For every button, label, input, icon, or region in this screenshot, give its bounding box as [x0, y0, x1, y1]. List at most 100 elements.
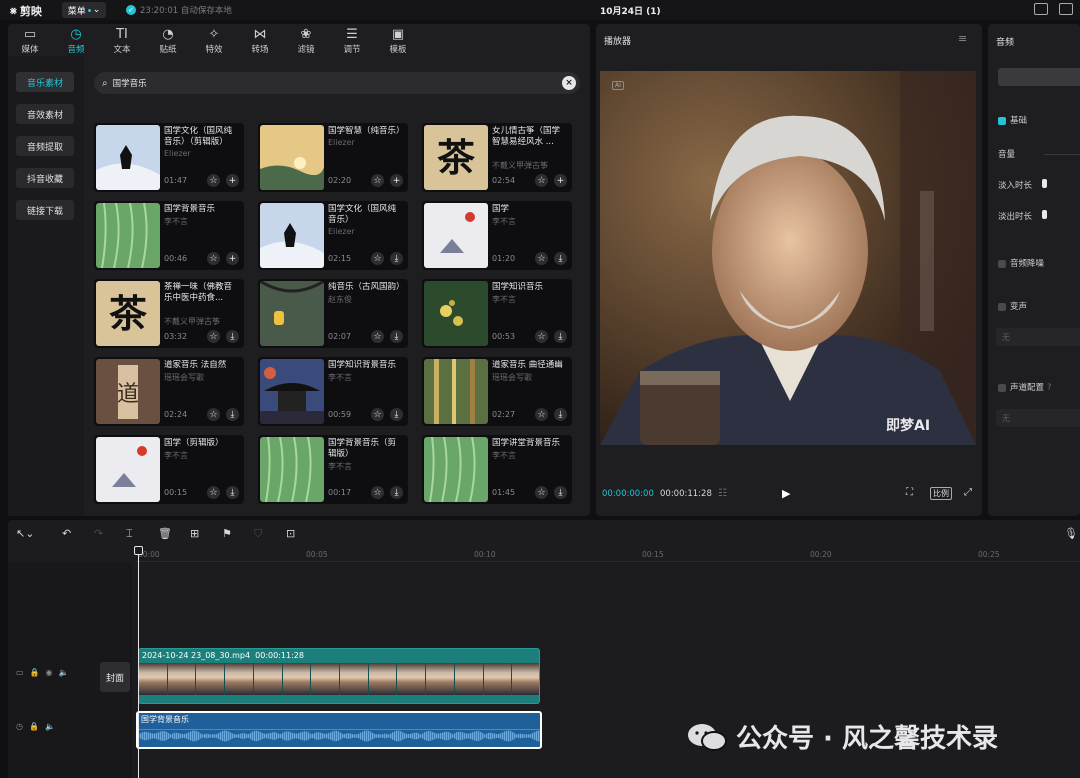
undo-icon[interactable]: ↶	[62, 527, 71, 540]
music-thumbnail[interactable]: 道	[96, 359, 160, 424]
speaker-icon[interactable]: 🔈	[45, 722, 55, 731]
download-icon[interactable]: ⤓	[554, 408, 567, 421]
favorite-star-icon[interactable]: ☆	[535, 486, 548, 499]
favorite-star-icon[interactable]: ☆	[535, 174, 548, 187]
favorite-star-icon[interactable]: ☆	[207, 330, 220, 343]
subnav-item[interactable]: 音乐素材	[16, 72, 74, 92]
keyboard-icon[interactable]	[1034, 3, 1048, 15]
favorite-star-icon[interactable]: ☆	[207, 408, 220, 421]
search-input[interactable]: ⌕ 国学音乐	[94, 72, 580, 94]
tab-effects[interactable]: ✧ 特效	[194, 27, 234, 57]
download-icon[interactable]: ⤓	[226, 408, 239, 421]
channel-checkbox[interactable]	[998, 383, 1006, 392]
download-icon[interactable]: ⤓	[390, 408, 403, 421]
favorite-star-icon[interactable]: ☆	[535, 252, 548, 265]
download-icon[interactable]: ⤓	[554, 486, 567, 499]
download-icon[interactable]: ⤓	[390, 252, 403, 265]
music-card[interactable]: 茶茶禅一味（佛教音乐中医中药食... 不戴义甲弹古筝 03:32 ☆ ⤓	[94, 279, 244, 348]
tab-audio[interactable]: ◷ 音频	[56, 27, 96, 57]
music-thumbnail[interactable]	[424, 203, 488, 268]
music-thumbnail[interactable]	[260, 281, 324, 346]
audio-clip[interactable]: 国学背景音乐	[136, 711, 542, 749]
music-card[interactable]: 国学文化（国风纯音乐）（剪辑版） Eliezer 01:47 ☆ +	[94, 123, 244, 192]
basic-section[interactable]: 基础	[998, 114, 1027, 126]
download-icon[interactable]: ⤓	[554, 252, 567, 265]
menu-button[interactable]: 菜单 ⌄	[62, 2, 106, 18]
speaker-icon[interactable]: 🔈	[59, 668, 69, 677]
channel-section[interactable]: 声道配置?	[998, 381, 1052, 393]
lock-icon[interactable]: 🔒	[29, 722, 39, 731]
help-icon[interactable]: ?	[1047, 383, 1052, 393]
video-clip[interactable]: 2024-10-24 23_08_30.mp4 00:00:11:28	[138, 648, 540, 704]
tab-template[interactable]: ▣ 模板	[378, 27, 418, 57]
crop-icon[interactable]: ⛉	[254, 527, 262, 541]
tab-filter[interactable]: ❀ 滤镜	[286, 27, 326, 57]
flag-icon[interactable]: ⚑	[222, 527, 232, 540]
add-icon[interactable]: +	[390, 174, 403, 187]
music-card[interactable]: 纯音乐（古风国韵） 赵东俊 02:07 ☆ ⤓	[258, 279, 408, 348]
favorite-star-icon[interactable]: ☆	[535, 408, 548, 421]
menu-icon[interactable]: ≡	[958, 32, 967, 45]
add-icon[interactable]: +	[226, 252, 239, 265]
lock-icon[interactable]: 🔒	[30, 668, 40, 677]
music-thumbnail[interactable]	[260, 125, 324, 190]
music-card[interactable]: 国学文化（国风纯音乐） Eliezer 02:15 ☆ ⤓	[258, 201, 408, 270]
download-icon[interactable]: ⤓	[226, 486, 239, 499]
favorite-star-icon[interactable]: ☆	[207, 486, 220, 499]
voice-change-select[interactable]: 无	[996, 328, 1080, 346]
music-thumbnail[interactable]	[96, 203, 160, 268]
music-thumbnail[interactable]	[424, 437, 488, 502]
download-icon[interactable]: ⤓	[226, 330, 239, 343]
video-preview[interactable]: AI 即梦AI	[600, 71, 976, 445]
basic-checkbox[interactable]	[998, 116, 1006, 125]
screenshot-icon[interactable]: ⊡	[286, 527, 295, 540]
music-thumbnail[interactable]	[424, 359, 488, 424]
music-card[interactable]: 茶女儿情古筝（国学智慧易经风水 ... 不戴义甲弹古筝 02:54 ☆ +	[422, 123, 572, 192]
channel-select[interactable]: 无	[996, 409, 1080, 427]
favorite-star-icon[interactable]: ☆	[371, 174, 384, 187]
fade-in-slider[interactable]	[1042, 179, 1047, 188]
ratio-button[interactable]: 比例	[930, 487, 952, 500]
music-card[interactable]: 国学知识音乐 李不言 00:53 ☆ ⤓	[422, 279, 572, 348]
eye-icon[interactable]: ◉	[46, 668, 53, 677]
project-title[interactable]: 10月24日 (1)	[600, 4, 661, 17]
favorite-star-icon[interactable]: ☆	[535, 330, 548, 343]
music-thumbnail[interactable]	[96, 125, 160, 190]
music-card[interactable]: 国学背景音乐（剪辑版） 李不言 00:17 ☆ ⤓	[258, 435, 408, 504]
music-thumbnail[interactable]	[260, 437, 324, 502]
music-card[interactable]: 国学背景音乐 李不言 00:46 ☆ +	[94, 201, 244, 270]
split-icon[interactable]: ⌶	[126, 527, 133, 541]
music-thumbnail[interactable]	[260, 203, 324, 268]
microphone-icon[interactable]: 🎙	[1064, 527, 1078, 540]
expand-icon[interactable]: ⤢	[964, 487, 972, 498]
download-icon[interactable]: ⤓	[390, 486, 403, 499]
subnav-item[interactable]: 抖音收藏	[16, 168, 74, 188]
volume-slider[interactable]	[1044, 154, 1080, 155]
music-thumbnail[interactable]	[96, 437, 160, 502]
voice-change-checkbox[interactable]	[998, 302, 1006, 311]
music-thumbnail[interactable]	[260, 359, 324, 424]
add-icon[interactable]: +	[554, 174, 567, 187]
freeze-frame-icon[interactable]: ⊞	[190, 527, 199, 540]
voice-change-section[interactable]: 变声	[998, 300, 1027, 312]
download-icon[interactable]: ⤓	[390, 330, 403, 343]
favorite-star-icon[interactable]: ☆	[371, 252, 384, 265]
time-ruler[interactable]: 00:00 00:05 00:10 00:15 00:20 00:25	[136, 548, 1080, 562]
music-thumbnail[interactable]	[424, 281, 488, 346]
tab-media[interactable]: ▭ 媒体	[10, 27, 50, 57]
music-card[interactable]: 国学 李不言 01:20 ☆ ⤓	[422, 201, 572, 270]
music-card[interactable]: 国学（剪辑版） 李不言 00:15 ☆ ⤓	[94, 435, 244, 504]
favorite-star-icon[interactable]: ☆	[207, 174, 220, 187]
select-tool-icon[interactable]: ↖⌄	[16, 527, 34, 540]
layout-icon[interactable]	[1059, 3, 1073, 15]
fade-out-slider[interactable]	[1042, 210, 1047, 219]
subnav-item[interactable]: 链接下载	[16, 200, 74, 220]
subnav-item[interactable]: 音效素材	[16, 104, 74, 124]
favorite-star-icon[interactable]: ☆	[371, 330, 384, 343]
download-icon[interactable]: ⤓	[554, 330, 567, 343]
playhead-handle[interactable]	[134, 546, 143, 555]
tab-transition[interactable]: ⋈ 转场	[240, 27, 280, 57]
music-card[interactable]: 道 道家音乐 法自然 瑶瑶会写歌 02:24 ☆ ⤓	[94, 357, 244, 426]
timeline-grid-icon[interactable]: ☷	[718, 488, 727, 499]
music-thumbnail[interactable]: 茶	[424, 125, 488, 190]
